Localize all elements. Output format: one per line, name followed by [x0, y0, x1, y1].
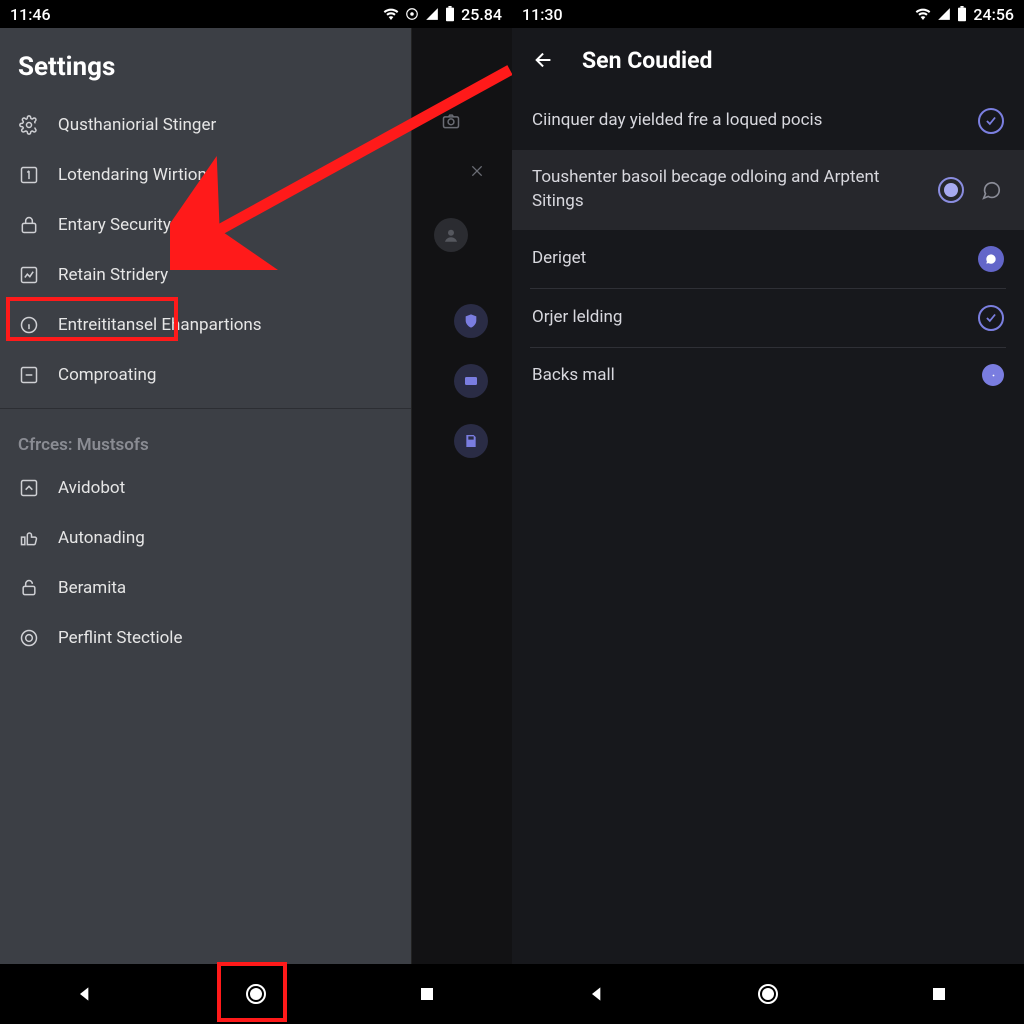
- option-deriget[interactable]: Deriget: [512, 230, 1024, 288]
- settings-item-label: Lotendaring Wirtion: [58, 165, 207, 185]
- settings-item-perflint[interactable]: Perflint Stectiole: [0, 613, 411, 663]
- settings-item-comproating[interactable]: Comproating: [0, 350, 411, 400]
- option-ciinquer[interactable]: Ciinquer day yielded fre a loqued pocis: [512, 92, 1024, 150]
- option-label: Ciinquer day yielded fre a loqued pocis: [532, 109, 966, 133]
- settings-item-label: Entary Security: [58, 215, 171, 235]
- settings-panel: Settings Qusthaniorial Stinger Lotendari…: [0, 28, 412, 964]
- extra-status-icon: [405, 7, 419, 21]
- screenshot-left: 11:46 25.84 Settings Qusthaniorial Sting…: [0, 0, 512, 1024]
- settings-item-entreititansel[interactable]: Entreititansel Ehanpartions: [0, 300, 411, 350]
- settings-title: Settings: [0, 28, 411, 100]
- nav-recents-button[interactable]: [407, 974, 447, 1014]
- option-label: Deriget: [532, 247, 966, 271]
- settings-item-label: Retain Stridery: [58, 265, 168, 285]
- page-title: Sen Coudied: [582, 47, 713, 74]
- minus-square-icon: [18, 364, 40, 386]
- battery-icon: [445, 6, 455, 22]
- wifi-icon: [915, 6, 931, 22]
- nav-home-button[interactable]: [236, 974, 276, 1014]
- status-bar-left: 11:46 25.84: [0, 0, 512, 28]
- settings-item-label: Perflint Stectiole: [58, 628, 182, 648]
- chat-icon[interactable]: [978, 177, 1004, 203]
- square-1-icon: [18, 164, 40, 186]
- back-button[interactable]: [530, 46, 558, 74]
- battery-percent: 25.84: [461, 5, 502, 24]
- dot-icon[interactable]: [982, 364, 1004, 386]
- nav-home-button[interactable]: [748, 974, 788, 1014]
- wifi-icon: [383, 6, 399, 22]
- nav-back-button[interactable]: [577, 974, 617, 1014]
- divider: [0, 408, 411, 409]
- option-label: Backs mall: [532, 364, 970, 388]
- status-icons-left: 25.84: [383, 5, 502, 24]
- battery-icon: [957, 6, 967, 22]
- up-square-icon: [18, 477, 40, 499]
- save-circle-icon[interactable]: [454, 424, 488, 458]
- status-bar-right: 11:30 24:56: [512, 0, 1024, 28]
- option-orjer-lelding[interactable]: Orjer lelding: [512, 289, 1024, 347]
- info-icon: [18, 314, 40, 336]
- battery-percent: 24:56: [973, 5, 1014, 24]
- check-icon[interactable]: [978, 305, 1004, 331]
- dot-icon[interactable]: [978, 246, 1004, 272]
- signal-icon: [937, 7, 951, 21]
- option-label: Toushenter basoil becage odloing and Arp…: [532, 166, 926, 214]
- padlock-icon: [18, 577, 40, 599]
- lock-icon: [18, 214, 40, 236]
- nav-recents-button[interactable]: [919, 974, 959, 1014]
- settings-item-beramita[interactable]: Beramita: [0, 563, 411, 613]
- signal-icon: [425, 7, 439, 21]
- check-icon[interactable]: [978, 108, 1004, 134]
- sen-coudied-panel: Sen Coudied Ciinquer day yielded fre a l…: [512, 28, 1024, 964]
- settings-item-label: Beramita: [58, 578, 126, 598]
- settings-item-entary-security[interactable]: Entary Security: [0, 200, 411, 250]
- chart-icon: [18, 264, 40, 286]
- thumb-icon: [18, 527, 40, 549]
- android-nav-bar-right: [512, 964, 1024, 1024]
- settings-item-autonading[interactable]: Autonading: [0, 513, 411, 563]
- settings-item-qusthaniorial[interactable]: Qusthaniorial Stinger: [0, 100, 411, 150]
- radio-icon[interactable]: [938, 177, 964, 203]
- close-icon[interactable]: [460, 154, 494, 188]
- android-nav-bar-left: [0, 964, 512, 1024]
- status-icons-right: 24:56: [915, 5, 1014, 24]
- option-label: Orjer lelding: [532, 306, 966, 330]
- option-backs-mall[interactable]: Backs mall: [512, 348, 1024, 404]
- settings-item-avidobot[interactable]: Avidobot: [0, 463, 411, 513]
- settings-item-lotendaring[interactable]: Lotendaring Wirtion: [0, 150, 411, 200]
- target-icon: [18, 627, 40, 649]
- status-time: 11:30: [522, 5, 563, 24]
- settings-item-label: Qusthaniorial Stinger: [58, 115, 216, 135]
- screenshot-right: 11:30 24:56 Sen Coudied Ciinquer day yie…: [512, 0, 1024, 1024]
- option-toushenter[interactable]: Toushenter basoil becage odloing and Arp…: [512, 150, 1024, 230]
- avatar-placeholder-icon: [434, 218, 468, 252]
- gear-icon: [18, 114, 40, 136]
- background-strip: [412, 28, 512, 964]
- nav-back-button[interactable]: [65, 974, 105, 1014]
- settings-item-label: Entreititansel Ehanpartions: [58, 315, 262, 335]
- settings-section-label: Cfrces: Mustsofs: [0, 417, 411, 463]
- shield-circle-icon[interactable]: [454, 304, 488, 338]
- settings-item-label: Autonading: [58, 528, 145, 548]
- settings-item-retain-stridery[interactable]: Retain Stridery: [0, 250, 411, 300]
- card-circle-icon[interactable]: [454, 364, 488, 398]
- status-time: 11:46: [10, 5, 51, 24]
- settings-item-label: Avidobot: [58, 478, 125, 498]
- camera-icon: [434, 104, 468, 138]
- settings-item-label: Comproating: [58, 365, 156, 385]
- page-header: Sen Coudied: [512, 28, 1024, 92]
